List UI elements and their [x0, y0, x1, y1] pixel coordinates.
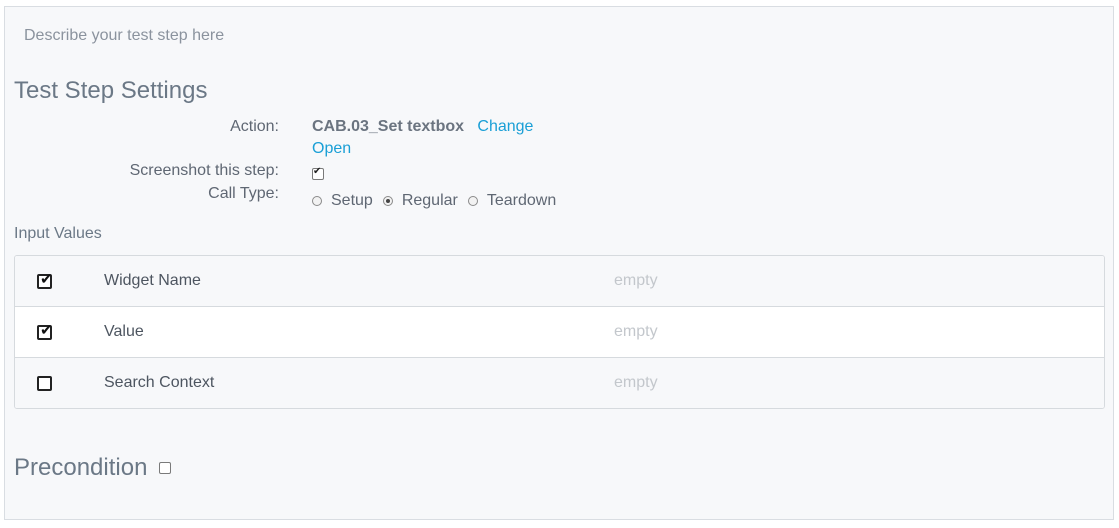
call-type-row: Call Type: Setup Regular Teardown [5, 185, 1105, 210]
call-type-radio-group: Setup Regular Teardown [312, 192, 566, 210]
action-value: CAB.03_Set textbox Change [312, 118, 533, 136]
radio-teardown-label: Teardown [486, 192, 557, 209]
open-row: Open [5, 140, 1105, 162]
screenshot-row: Screenshot this step: [5, 162, 1105, 184]
radio-setup-label: Setup [331, 192, 373, 209]
action-row: Action: CAB.03_Set textbox Change [5, 118, 1105, 140]
call-type-option-teardown[interactable]: Teardown [467, 192, 557, 210]
call-type-option-setup[interactable]: Setup [312, 192, 373, 210]
row-checkbox[interactable] [37, 270, 53, 289]
step-description-input[interactable] [18, 21, 1114, 51]
test-step-settings-title: Test Step Settings [14, 77, 208, 104]
table-row: Search Context empty [15, 358, 1104, 408]
screenshot-checkbox[interactable] [312, 166, 324, 180]
radio-setup[interactable] [312, 196, 322, 206]
change-action-link[interactable]: Change [477, 118, 533, 135]
action-name: CAB.03_Set textbox [312, 118, 465, 135]
radio-teardown[interactable] [467, 196, 478, 206]
screenshot-label: Screenshot this step: [129, 162, 279, 179]
input-values-table: Widget Name empty Value empty Search Con… [14, 255, 1105, 409]
table-row: Widget Name empty [15, 256, 1104, 307]
precondition-section: Precondition [14, 454, 172, 482]
input-name: Value [104, 323, 144, 340]
precondition-checkbox[interactable] [159, 462, 172, 474]
radio-regular-label: Regular [401, 192, 458, 209]
call-type-label: Call Type: [208, 185, 279, 202]
row-checkbox[interactable] [37, 376, 52, 391]
call-type-option-regular[interactable]: Regular [382, 192, 458, 210]
input-value[interactable]: empty [614, 374, 658, 392]
radio-regular[interactable] [382, 196, 393, 206]
open-action-link[interactable]: Open [312, 140, 351, 157]
input-value[interactable]: empty [614, 323, 658, 341]
input-value[interactable]: empty [614, 272, 658, 290]
input-values-title: Input Values [14, 225, 102, 242]
table-row: Value empty [15, 307, 1104, 358]
input-name: Widget Name [104, 272, 201, 289]
test-step-panel: Test Step Settings Action: CAB.03_Set te… [4, 6, 1114, 520]
precondition-title: Precondition [14, 454, 148, 481]
input-name: Search Context [104, 374, 215, 391]
row-checkbox[interactable] [37, 321, 53, 340]
action-label: Action: [230, 118, 279, 135]
